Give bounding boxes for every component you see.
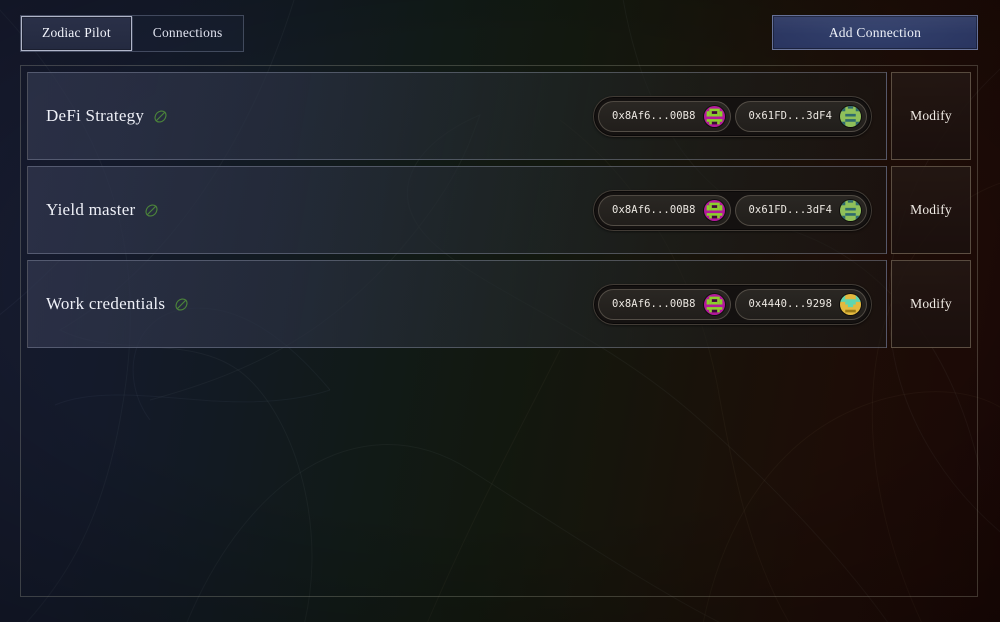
address-pill[interactable]: 0x61FD...3dF4	[734, 194, 867, 226]
blockie-green-avatar	[840, 105, 861, 127]
connection-title-group: Work credentials	[46, 294, 189, 314]
address-text: 0x61FD...3dF4	[748, 110, 832, 122]
address-text: 0x8Af6...00B8	[612, 110, 696, 122]
modify-label: Modify	[910, 202, 952, 217]
leaf-icon[interactable]	[144, 203, 159, 218]
connection-row-body[interactable]: Yield master 0x8Af6...00B8 0x61FD...3dF4	[27, 166, 887, 254]
connections-list: DeFi Strategy 0x8Af6...00B8 0x61FD...3dF…	[27, 72, 971, 348]
blockie-green-avatar	[840, 199, 861, 221]
tab-zodiac-pilot-label: Zodiac Pilot	[42, 25, 111, 40]
blockie-magenta-avatar	[703, 293, 725, 315]
modify-button[interactable]: Modify	[891, 260, 971, 348]
address-pill-group: 0x8Af6...00B8	[593, 95, 872, 137]
connections-panel: DeFi Strategy 0x8Af6...00B8 0x61FD...3dF…	[20, 65, 978, 597]
modify-label: Modify	[910, 108, 952, 123]
connection-title-group: Yield master	[46, 200, 159, 220]
tab-connections[interactable]: Connections	[131, 16, 244, 51]
blockie-magenta-avatar	[703, 105, 725, 127]
address-pill[interactable]: 0x4440...9298	[734, 288, 867, 320]
connection-title-group: DeFi Strategy	[46, 106, 168, 126]
modify-button[interactable]: Modify	[891, 72, 971, 160]
connection-title: Work credentials	[46, 294, 166, 313]
address-pill[interactable]: 0x8Af6...00B8	[598, 100, 731, 132]
tab-connections-label: Connections	[152, 25, 223, 40]
tab-bar: Zodiac Pilot Connections	[20, 15, 245, 52]
leaf-icon[interactable]	[174, 297, 189, 312]
address-text: 0x8Af6...00B8	[612, 204, 696, 216]
connection-row: Yield master 0x8Af6...00B8 0x61FD...3dF4…	[27, 166, 971, 254]
address-text: 0x4440...9298	[748, 298, 832, 310]
add-connection-button[interactable]: Add Connection	[772, 15, 978, 50]
address-pill[interactable]: 0x8Af6...00B8	[598, 288, 731, 320]
connection-row: Work credentials 0x8Af6...00B8 0x4440...…	[27, 260, 971, 348]
address-pill[interactable]: 0x8Af6...00B8	[598, 194, 731, 226]
blockie-magenta-avatar	[703, 199, 725, 221]
address-pill[interactable]: 0x61FD...3dF4	[734, 100, 867, 132]
modify-button[interactable]: Modify	[891, 166, 971, 254]
connection-row-body[interactable]: Work credentials 0x8Af6...00B8 0x4440...…	[27, 260, 887, 348]
address-pill-group: 0x8Af6...00B8	[593, 283, 872, 325]
add-connection-label: Add Connection	[828, 24, 922, 40]
modify-label: Modify	[910, 296, 952, 311]
leaf-icon[interactable]	[153, 109, 168, 124]
connection-title: DeFi Strategy	[46, 106, 145, 125]
connection-row: DeFi Strategy 0x8Af6...00B8 0x61FD...3dF…	[27, 72, 971, 160]
blockie-gold-avatar	[840, 293, 861, 315]
address-pill-group: 0x8Af6...00B8	[593, 189, 872, 231]
address-text: 0x61FD...3dF4	[748, 204, 832, 216]
tab-zodiac-pilot[interactable]: Zodiac Pilot	[21, 16, 132, 51]
top-bar: Zodiac Pilot Connections Add Connection	[0, 0, 1000, 64]
connection-row-body[interactable]: DeFi Strategy 0x8Af6...00B8 0x61FD...3dF…	[27, 72, 887, 160]
address-text: 0x8Af6...00B8	[612, 298, 696, 310]
connection-title: Yield master	[46, 200, 136, 219]
